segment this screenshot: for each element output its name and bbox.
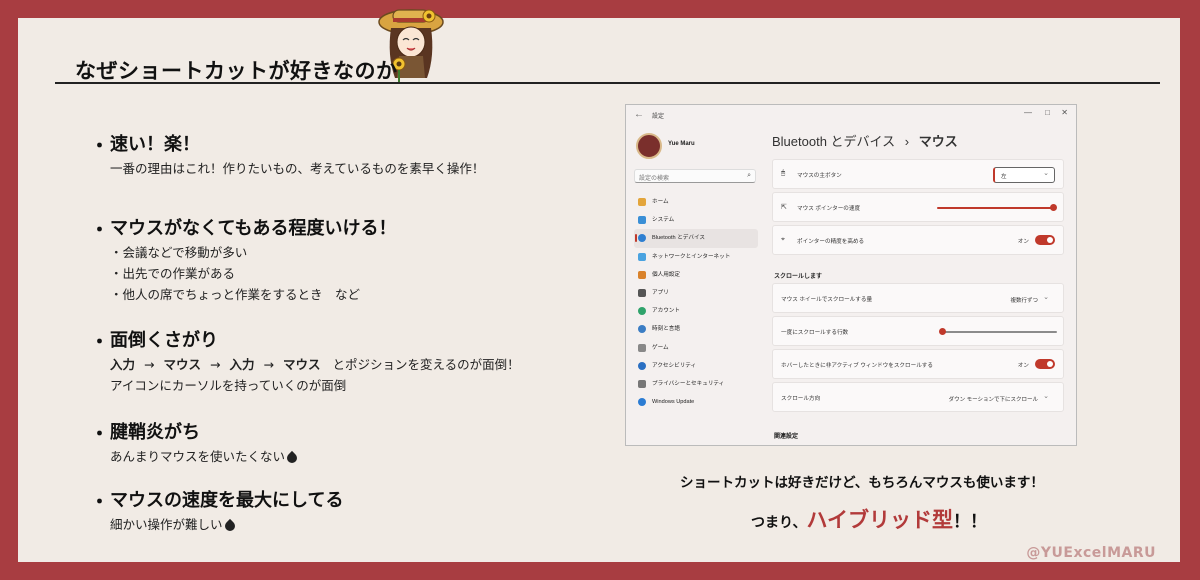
window-title: 設定 [652, 114, 665, 120]
bullet-icon: ・ [90, 423, 110, 445]
nav-item-accessibility[interactable]: アクセシビリティ [634, 357, 758, 375]
window-titlebar: ← 設定 — □ ✕ [626, 105, 1076, 127]
reason-heading: 腱鞘炎がち [110, 422, 200, 443]
bullet-icon: ・ [90, 331, 110, 353]
sweat-drop-icon [222, 518, 237, 533]
settings-window: ← 設定 — □ ✕ Yue Maru 設定の検索 ⌕ ホーム システム Blu… [625, 104, 1077, 446]
scroll-section-label: スクロールします [774, 274, 823, 280]
bullet-icon: ・ [90, 135, 110, 157]
primary-button-select[interactable]: 左 [993, 167, 1055, 183]
mouse-icon: 🖱 [781, 170, 786, 177]
scroll-lines-setting: 一度にスクロールする行数 [772, 316, 1064, 346]
close-button[interactable]: ✕ [1061, 108, 1068, 117]
nav-item-accounts[interactable]: アカウント [634, 302, 758, 320]
scroll-lines-track[interactable] [945, 331, 1057, 333]
reason-heading: マウスの速度を最大にしてる [110, 490, 344, 511]
scroll-direction-setting: スクロール方向 ダウン モーションで下にスクロール [772, 382, 1064, 412]
reason-heading: マウスがなくてもある程度いける！ [110, 218, 397, 239]
nav-item-personalization[interactable]: 個人用設定 [634, 266, 758, 284]
back-button[interactable]: ← [634, 109, 644, 120]
breadcrumb-parent[interactable]: Bluetooth とデバイス [772, 134, 895, 149]
reason-heading: 速い！楽！ [110, 134, 200, 155]
pointer-icon: ⇱ [781, 204, 787, 211]
pointer-speed-setting: ⇱ マウス ポインターの速度 [772, 192, 1064, 222]
bullet-icon: ・ [90, 219, 110, 241]
user-name: Yue Maru [668, 141, 695, 147]
precision-icon: ⌖ [781, 236, 785, 243]
reason-detail: ・他人の席でちょっと作業をするとき など [110, 287, 361, 302]
title-divider [55, 82, 1160, 84]
nav-item-windows-update[interactable]: Windows Update [634, 393, 758, 411]
scroll-direction-select[interactable]: ダウン モーションで下にスクロール [942, 390, 1055, 406]
inactive-scroll-setting: ホバーしたときに非アクティブ ウィンドウをスクロールする オン [772, 349, 1064, 379]
nav-item-bluetooth[interactable]: Bluetooth とデバイス [634, 229, 758, 248]
summary-line: ショートカットは好きだけど、もちろんマウスも使います！ [680, 475, 1044, 491]
wheel-setting: マウス ホイールでスクロールする量 複数行ずつ [772, 283, 1064, 313]
nav-item-system[interactable]: システム [634, 211, 758, 229]
reason-detail: 一番の理由はこれ！作りたいもの、考えているものを素早く操作！ [110, 161, 485, 176]
reason-detail: ・出先での作業がある [110, 266, 236, 281]
brush-icon [638, 270, 646, 279]
gamepad-icon [638, 343, 646, 352]
author-credit: @YUExcelMARU [1026, 545, 1156, 561]
reason-detail: アイコンにカーソルを持っていくのが面倒 [110, 378, 347, 393]
account-icon [638, 307, 646, 316]
shield-icon [638, 379, 646, 388]
nav-item-network[interactable]: ネットワークとインターネット [634, 248, 758, 266]
inactive-scroll-toggle[interactable] [1035, 359, 1055, 369]
nav-item-apps[interactable]: アプリ [634, 284, 758, 302]
user-avatar[interactable] [636, 133, 662, 159]
home-icon [638, 198, 646, 206]
globe-icon [638, 325, 646, 334]
pointer-speed-thumb[interactable] [1050, 204, 1058, 211]
search-icon: ⌕ [747, 172, 751, 179]
reason-detail: ・会議などで移動が多い [110, 245, 248, 260]
monitor-icon [638, 216, 646, 225]
minimize-button[interactable]: — [1024, 108, 1032, 117]
hybrid-emphasis: ハイブリッド型 [806, 508, 954, 532]
primary-button-setting: 🖱 マウスの主ボタン 左 [772, 159, 1064, 189]
nav-item-gaming[interactable]: ゲーム [634, 339, 758, 357]
page-title: なぜショートカットが好きなのか [75, 59, 398, 83]
slide: なぜショートカットが好きなのか ・ 速い！楽！ 一番の理由はこれ！作りたいもの、… [18, 9, 1180, 562]
reason-detail: あんまりマウスを使いたくない [110, 446, 300, 465]
nav-item-home[interactable]: ホーム [634, 193, 758, 211]
position-flow: 入力 → マウス → 入力 → マウス とポジションを変えるのが面倒！ [110, 357, 520, 372]
scroll-lines-thumb[interactable] [939, 328, 946, 335]
pointer-speed-slider[interactable] [937, 207, 1054, 209]
update-icon [638, 398, 646, 407]
nav-item-time-language[interactable]: 時刻と言語 [634, 320, 758, 338]
apps-icon [638, 288, 646, 297]
wheel-select[interactable]: 複数行ずつ [1003, 291, 1055, 307]
breadcrumb-current: マウス [918, 134, 958, 149]
settings-nav: ホーム システム Bluetooth とデバイス ネットワークとインターネット … [634, 193, 758, 411]
bluetooth-icon [638, 234, 646, 243]
precision-toggle[interactable] [1035, 235, 1055, 245]
conclusion-line: つまり、ハイブリッド型！！ [751, 508, 988, 532]
breadcrumb: Bluetooth とデバイス › マウス [772, 134, 958, 149]
nav-item-privacy[interactable]: プライバシーとセキュリティ [634, 375, 758, 393]
reason-heading: 面倒くさがり [110, 330, 218, 351]
sweat-drop-icon [284, 450, 300, 465]
bullet-icon: ・ [90, 491, 110, 513]
precision-setting: ⌖ ポインターの精度を高める オン [772, 225, 1064, 255]
reason-detail: 細かい操作が難しい [110, 514, 237, 533]
network-icon [638, 252, 646, 261]
maximize-button[interactable]: □ [1045, 108, 1050, 117]
settings-search-input[interactable]: 設定の検索 ⌕ [634, 169, 756, 183]
accessibility-icon [638, 361, 646, 370]
related-section-label: 関連設定 [774, 434, 799, 440]
